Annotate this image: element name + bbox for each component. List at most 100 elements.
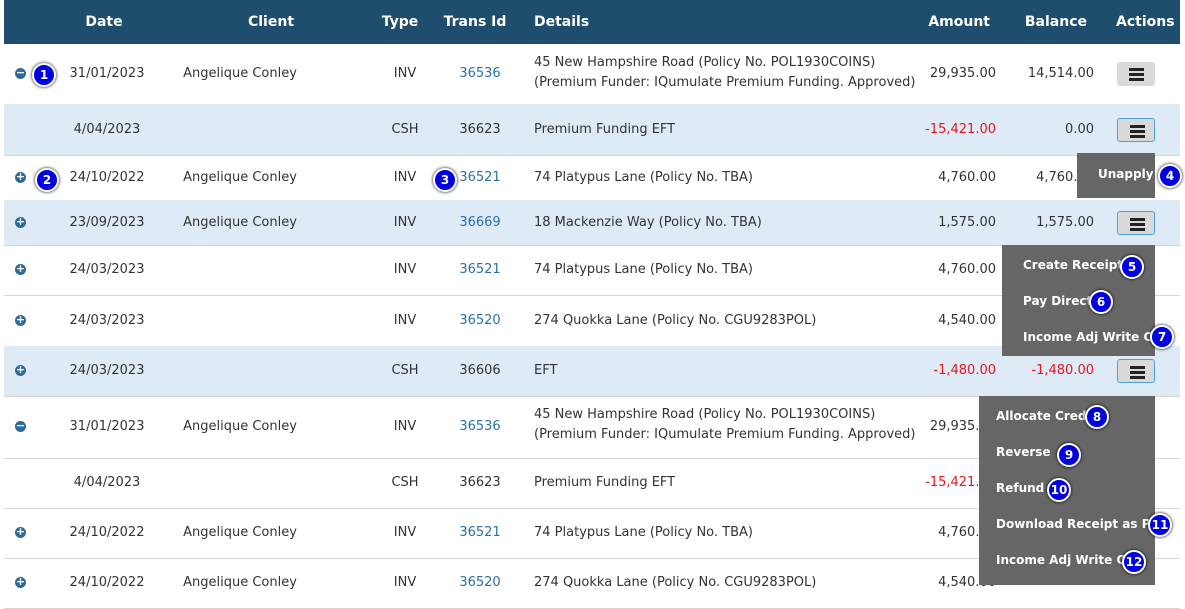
collapse-icon[interactable]: −: [15, 420, 26, 432]
annotation-badge: 8: [1085, 405, 1109, 429]
type-cell: INV: [393, 419, 417, 434]
trans-id-link[interactable]: 36521: [459, 170, 500, 185]
menu-item-income-adj-write-off[interactable]: Income Adj Write Off: [1023, 330, 1163, 344]
type-cell: INV: [393, 312, 417, 328]
date-cell: 24/10/2022: [69, 525, 145, 540]
date-cell: 4/04/2023: [73, 475, 141, 490]
amount-cell: -15,421.00: [925, 121, 996, 137]
actions-button[interactable]: [1117, 210, 1155, 235]
type-cell: INV: [393, 262, 417, 277]
menu-item-create-receipt[interactable]: Create Receipt: [1023, 258, 1123, 272]
annotation-badge: 6: [1089, 290, 1113, 314]
menu-item-download-receipt-pdf[interactable]: Download Receipt as PDF: [996, 517, 1169, 531]
balance-cell: 1,575.00: [1036, 214, 1094, 230]
date-cell: 31/01/2023: [69, 66, 145, 81]
details-line-1: 18 Mackenzie Way (Policy No. TBA): [534, 214, 762, 230]
date-cell: 24/10/2022: [69, 169, 145, 185]
expand-icon[interactable]: +: [15, 576, 26, 588]
type-cell: CSH: [391, 121, 419, 137]
trans-id-link[interactable]: 36536: [459, 66, 500, 81]
client-cell: Angelique Conley: [183, 66, 297, 81]
trans-id-link: 36606: [459, 363, 501, 378]
details-line-2: (Premium Funder: IQumulate Premium Fundi…: [534, 75, 916, 90]
details-line-1: 74 Platypus Lane (Policy No. TBA): [534, 525, 753, 540]
annotation-badge: 1: [32, 63, 56, 87]
menu-item-unapply[interactable]: Unapply: [1098, 167, 1154, 181]
table-header: Date Client Type Trans Id Details Amount…: [4, 0, 1180, 44]
type-cell: INV: [393, 575, 417, 590]
amount-cell: 4,760.00: [938, 169, 996, 185]
amount-cell: 29,935.00: [929, 66, 996, 81]
details-line-1: Premium Funding EFT: [534, 121, 676, 137]
amount-cell: 4,540.00: [938, 312, 996, 328]
details-line-1: 45 New Hampshire Road (Policy No. POL193…: [534, 407, 876, 422]
col-actions: Actions: [1116, 14, 1175, 30]
col-balance[interactable]: Balance: [1025, 14, 1087, 30]
trans-id-link[interactable]: 36520: [459, 313, 500, 328]
annotation-badge: 12: [1122, 550, 1146, 574]
date-cell: 24/03/2023: [69, 262, 145, 277]
col-type[interactable]: Type: [382, 14, 419, 30]
client-cell: Angelique Conley: [183, 169, 297, 185]
col-date[interactable]: Date: [85, 14, 122, 30]
menu-item-income-adj-write-on[interactable]: Income Adj Write On: [996, 553, 1135, 567]
balance-cell: 14,514.00: [1027, 66, 1094, 81]
annotation-badge: 2: [35, 168, 59, 192]
trans-id-link[interactable]: 36669: [459, 215, 500, 230]
collapse-icon[interactable]: −: [15, 67, 26, 79]
date-cell: 24/10/2022: [69, 575, 145, 590]
date-cell: 24/03/2023: [69, 312, 145, 328]
col-client[interactable]: Client: [248, 14, 294, 30]
expand-icon[interactable]: +: [15, 314, 26, 326]
table-row: + 24/10/2022 Angelique Conley INV 36521 …: [4, 155, 1180, 201]
trans-id-link[interactable]: 36521: [459, 262, 500, 277]
details-line-1: 45 New Hampshire Road (Policy No. POL193…: [534, 55, 876, 70]
expand-icon[interactable]: +: [15, 263, 26, 275]
annotation-badge: 7: [1150, 325, 1174, 349]
table-row: − 31/01/2023 Angelique Conley INV 36536 …: [4, 44, 1180, 105]
type-cell: INV: [393, 66, 417, 81]
date-cell: 23/09/2023: [69, 214, 145, 230]
annotation-badge: 4: [1158, 164, 1182, 188]
annotation-badge: 10: [1047, 478, 1071, 502]
details-line-1: Premium Funding EFT: [534, 475, 676, 490]
type-cell: CSH: [391, 363, 419, 378]
annotation-badge: 11: [1148, 513, 1172, 537]
expand-icon[interactable]: +: [15, 171, 26, 183]
col-amount[interactable]: Amount: [928, 14, 990, 30]
details-line-1: 274 Quokka Lane (Policy No. CGU9283POL): [534, 575, 817, 590]
col-trans-id[interactable]: Trans Id: [444, 14, 507, 30]
expand-icon[interactable]: +: [15, 216, 26, 228]
balance-cell: -1,480.00: [1031, 363, 1094, 378]
trans-id-link[interactable]: 36521: [459, 525, 500, 540]
menu-item-allocate-credit[interactable]: Allocate Credit: [996, 409, 1096, 423]
actions-button[interactable]: [1117, 359, 1155, 383]
client-cell: Angelique Conley: [183, 575, 297, 590]
date-cell: 4/04/2023: [73, 121, 141, 137]
expand-icon[interactable]: +: [15, 364, 26, 376]
amount-cell: -1,480.00: [933, 363, 996, 378]
menu-item-refund[interactable]: Refund: [996, 481, 1044, 495]
menu-item-pay-direct[interactable]: Pay Direct: [1023, 294, 1092, 308]
details-line-1: 74 Platypus Lane (Policy No. TBA): [534, 262, 753, 277]
table-row: 4/04/2023 CSH 36623 Premium Funding EFT …: [4, 104, 1180, 156]
client-cell: Angelique Conley: [183, 525, 297, 540]
col-details[interactable]: Details: [534, 14, 589, 30]
menu-item-reverse[interactable]: Reverse: [996, 445, 1051, 459]
expand-icon[interactable]: +: [15, 526, 26, 538]
actions-button[interactable]: [1117, 117, 1155, 142]
trans-id-link[interactable]: 36520: [459, 575, 500, 590]
details-line-1: 274 Quokka Lane (Policy No. CGU9283POL): [534, 312, 817, 328]
trans-id-link: 36623: [459, 121, 501, 137]
details-line-1: 74 Platypus Lane (Policy No. TBA): [534, 169, 753, 185]
amount-cell: 1,575.00: [938, 214, 996, 230]
annotation-badge: 9: [1057, 443, 1081, 467]
details-line-1: EFT: [534, 363, 558, 378]
table-row: + 23/09/2023 Angelique Conley INV 36669 …: [4, 200, 1180, 246]
annotation-badge: 3: [433, 168, 457, 192]
trans-id-link[interactable]: 36536: [459, 419, 500, 434]
actions-button[interactable]: [1117, 62, 1155, 86]
type-cell: INV: [393, 169, 417, 185]
client-cell: Angelique Conley: [183, 419, 297, 434]
type-cell: CSH: [391, 475, 419, 490]
